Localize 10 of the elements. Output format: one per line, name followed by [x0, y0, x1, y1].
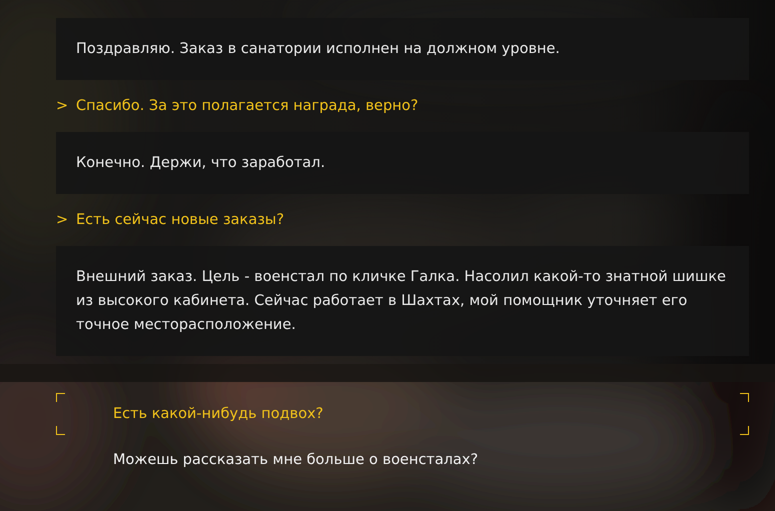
reply-marker: >: [56, 212, 70, 228]
dialogue-option[interactable]: Есть какой-нибудь подвох?: [56, 393, 749, 435]
corner-bracket-icon: [56, 426, 65, 435]
dialogue-option[interactable]: Можешь рассказать мне больше о военсталах?: [56, 439, 749, 481]
corner-bracket-icon: [56, 393, 65, 402]
corner-bracket-icon: [740, 393, 749, 402]
reply-marker: >: [56, 98, 70, 114]
player-dialogue-line: Есть сейчас новые заказы?: [76, 212, 284, 228]
corner-bracket-icon: [740, 426, 749, 435]
player-dialogue-line: Спасибо. За это полагается награда, верно?: [76, 98, 418, 114]
